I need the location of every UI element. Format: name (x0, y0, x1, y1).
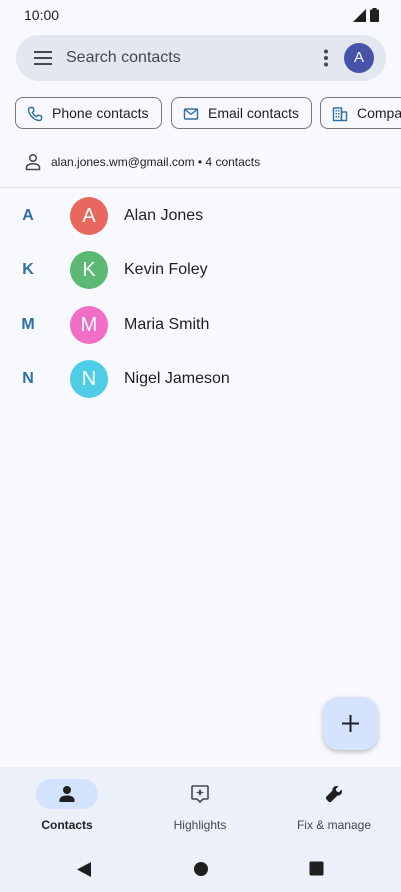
search-bar[interactable]: Search contacts A (16, 35, 386, 81)
person-outline-icon (25, 153, 41, 171)
section-letter: A (22, 207, 34, 224)
person-icon (59, 786, 75, 802)
contact-row-nigel-jameson[interactable]: N N Nigel Jameson (0, 352, 401, 406)
section-letter: N (22, 370, 34, 387)
chip-label: Compar (357, 105, 401, 121)
nav-tab-fix-manage[interactable]: Fix & manage (284, 767, 384, 847)
contact-avatar: M (70, 306, 108, 344)
status-time: 10:00 (24, 7, 60, 23)
chip-label: Phone contacts (52, 105, 149, 121)
section-letter: M (21, 316, 35, 333)
contact-name: Maria Smith (124, 316, 210, 333)
status-bar: 10:00 (0, 0, 401, 30)
nav-label: Highlights (173, 818, 227, 832)
back-icon[interactable] (76, 861, 92, 878)
account-row[interactable]: alan.jones.wm@gmail.com • 4 contacts (0, 148, 401, 176)
plus-icon (342, 715, 359, 732)
system-nav-bar (0, 847, 401, 892)
bottom-nav: Contacts Highlights Fix & manage (0, 767, 401, 847)
menu-icon[interactable] (33, 50, 53, 66)
divider (0, 187, 401, 188)
building-icon (332, 107, 348, 122)
more-vert-icon[interactable] (318, 48, 334, 68)
contact-row-kevin-foley[interactable]: K K Kevin Foley (0, 243, 401, 297)
add-contact-button[interactable] (323, 697, 378, 750)
account-avatar[interactable]: A (344, 43, 374, 73)
battery-icon (370, 8, 379, 22)
contact-avatar: K (70, 251, 108, 289)
contact-name: Alan Jones (124, 207, 204, 224)
signal-icon (353, 8, 366, 22)
chip-companies[interactable]: Compar (320, 97, 401, 129)
recents-icon[interactable] (309, 861, 324, 876)
contact-avatar: N (70, 360, 108, 398)
nav-tab-highlights[interactable]: Highlights (150, 767, 250, 847)
chip-phone-contacts[interactable]: Phone contacts (15, 97, 162, 129)
phone-icon (27, 106, 43, 122)
contact-row-alan-jones[interactable]: A A Alan Jones (0, 189, 401, 243)
contact-name: Kevin Foley (124, 261, 208, 278)
contact-name: Nigel Jameson (124, 370, 230, 387)
email-icon (183, 108, 199, 120)
home-icon[interactable] (193, 861, 209, 877)
contact-avatar: A (70, 197, 108, 235)
filter-chips: Phone contacts Email contacts Compar (15, 97, 401, 129)
sparkle-icon (191, 785, 209, 804)
chip-label: Email contacts (208, 105, 300, 121)
nav-label: Fix & manage (296, 818, 372, 832)
status-icons (353, 8, 379, 22)
contact-row-maria-smith[interactable]: M M Maria Smith (0, 298, 401, 352)
search-input[interactable]: Search contacts (66, 35, 181, 81)
chip-email-contacts[interactable]: Email contacts (171, 97, 312, 129)
section-letter: K (22, 261, 34, 278)
nav-label: Contacts (41, 818, 93, 832)
account-summary: alan.jones.wm@gmail.com • 4 contacts (51, 155, 261, 169)
nav-tab-contacts[interactable]: Contacts (17, 767, 117, 847)
wrench-icon (325, 786, 342, 803)
